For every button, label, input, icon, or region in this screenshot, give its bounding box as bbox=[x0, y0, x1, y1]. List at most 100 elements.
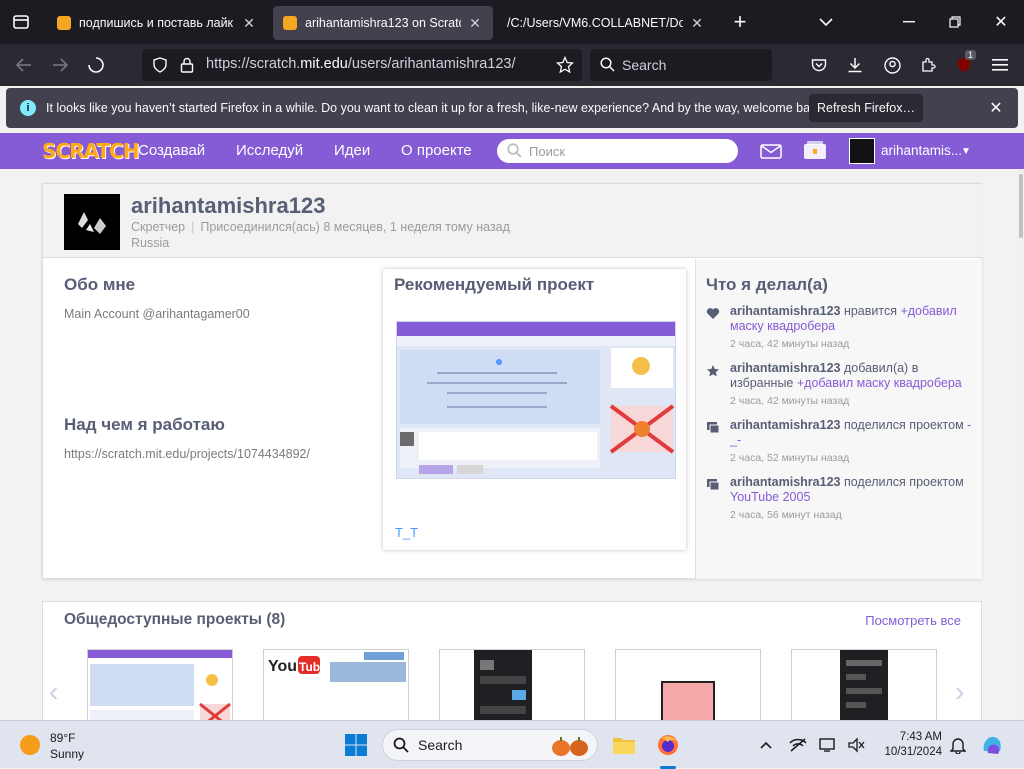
project-thumbnail[interactable] bbox=[87, 649, 233, 720]
avatar[interactable] bbox=[849, 138, 875, 164]
featured-project-thumbnail[interactable] bbox=[396, 321, 676, 479]
tab-title: подпишись и поставь лайк ви bbox=[79, 16, 235, 30]
my-stuff-icon[interactable] bbox=[803, 140, 827, 165]
scroll-right-icon[interactable]: › bbox=[955, 676, 964, 708]
url-bar[interactable]: https://scratch.mit.edu/users/arihantami… bbox=[142, 49, 582, 81]
network-icon[interactable] bbox=[784, 731, 812, 759]
notifications-bell-icon[interactable] bbox=[944, 731, 972, 759]
refresh-firefox-notification: i It looks like you haven’t started Fire… bbox=[6, 88, 1018, 128]
account-username[interactable]: arihantamis... bbox=[881, 143, 962, 158]
chevron-up-icon[interactable] bbox=[752, 731, 780, 759]
system-clock[interactable]: 7:43 AM 10/31/2024 bbox=[878, 730, 942, 760]
profile-role: Скретчер bbox=[131, 220, 186, 234]
activity-user[interactable]: arihantamishra123 bbox=[730, 304, 840, 318]
close-tab-icon[interactable]: ✕ bbox=[689, 15, 705, 32]
project-thumbnail[interactable] bbox=[615, 649, 761, 720]
search-placeholder: Поиск bbox=[529, 143, 566, 159]
close-window-icon[interactable]: ✕ bbox=[978, 0, 1024, 44]
search-icon bbox=[393, 737, 409, 756]
bookmark-star-icon[interactable] bbox=[555, 55, 575, 78]
featured-project[interactable]: Рекомендуемый проект T_T bbox=[383, 269, 686, 550]
activity-action: нравится bbox=[840, 304, 901, 318]
extensions-icon[interactable] bbox=[912, 49, 944, 81]
search-icon bbox=[600, 57, 615, 75]
downloads-icon[interactable] bbox=[839, 49, 871, 81]
search-icon bbox=[507, 143, 522, 161]
nav-create[interactable]: Создавай bbox=[138, 142, 205, 159]
forward-icon[interactable] bbox=[44, 49, 76, 81]
activity-text: arihantamishra123 поделился проектом -_- bbox=[730, 418, 976, 448]
activity-user[interactable]: arihantamishra123 bbox=[730, 475, 840, 489]
tab-scratch-profile[interactable]: arihantamishra123 on Scratch ✕ bbox=[273, 6, 493, 40]
view-all-link[interactable]: Посмотреть все bbox=[865, 613, 961, 628]
activity-link[interactable]: +добавил маску квадробера bbox=[797, 376, 962, 390]
profile-header: arihantamishra123 Скретчер | Присоединился… bbox=[43, 184, 983, 258]
share-icon bbox=[706, 421, 720, 435]
taskbar-search-input[interactable]: Search bbox=[382, 729, 598, 761]
nav-ideas[interactable]: Идеи bbox=[334, 142, 370, 159]
copilot-icon[interactable] bbox=[978, 731, 1006, 759]
windows-taskbar: 89°F Sunny Search 7:43 AM 10/31/2024 bbox=[0, 720, 1024, 769]
clock-time: 7:43 AM bbox=[899, 731, 942, 743]
volume-muted-icon[interactable] bbox=[842, 731, 870, 759]
windows-start-icon[interactable] bbox=[342, 731, 370, 759]
activity-user[interactable]: arihantamishra123 bbox=[730, 418, 840, 432]
account-icon[interactable] bbox=[876, 49, 908, 81]
nav-explore[interactable]: Исследуй bbox=[236, 142, 303, 159]
project-thumbnail[interactable] bbox=[439, 649, 585, 720]
shield-icon[interactable] bbox=[152, 57, 168, 77]
close-notification-icon[interactable]: ✕ bbox=[986, 98, 1006, 118]
ublock-icon[interactable]: 1 bbox=[948, 49, 980, 81]
file-explorer-icon[interactable] bbox=[610, 731, 638, 759]
activity-action: поделился проектом bbox=[840, 475, 964, 489]
close-tab-icon[interactable]: ✕ bbox=[241, 15, 257, 32]
activity-user[interactable]: arihantamishra123 bbox=[730, 361, 840, 375]
scratch-favicon-icon bbox=[57, 16, 71, 30]
scratch-search-input[interactable]: Поиск bbox=[497, 139, 738, 163]
activity-feed: Что я делал(а) arihantamishra123 нравитс… bbox=[695, 259, 982, 579]
firefox-icon[interactable] bbox=[654, 731, 682, 759]
project-thumbnail[interactable]: You Tube bbox=[263, 649, 409, 720]
new-tab-icon[interactable]: + bbox=[717, 0, 763, 44]
refresh-firefox-button[interactable]: Refresh Firefox… bbox=[809, 94, 923, 122]
activity-text: arihantamishra123 нравится +добавил маск… bbox=[730, 304, 976, 334]
close-tab-icon[interactable]: ✕ bbox=[467, 15, 483, 32]
menu-hamburger-icon[interactable] bbox=[984, 49, 1016, 81]
activity-link[interactable]: YouTube 2005 bbox=[730, 490, 810, 504]
scratch-logo[interactable]: SCRATCH bbox=[42, 139, 139, 163]
project-thumbnail[interactable] bbox=[791, 649, 937, 720]
page-scrollbar-thumb[interactable] bbox=[1019, 174, 1023, 238]
back-icon[interactable] bbox=[8, 49, 40, 81]
browser-nav-bar: https://scratch.mit.edu/users/arihantami… bbox=[0, 44, 1024, 86]
taskbar-search-placeholder: Search bbox=[418, 737, 463, 753]
profile-username: arihantamishra123 bbox=[131, 193, 326, 218]
pocket-icon[interactable] bbox=[803, 49, 835, 81]
browser-search-field[interactable]: Search bbox=[590, 49, 772, 81]
restore-icon[interactable] bbox=[932, 0, 978, 44]
shared-projects-section: Общедоступные проекты (8) Посмотреть все… bbox=[42, 601, 982, 720]
nav-about[interactable]: О проекте bbox=[401, 142, 472, 159]
loading-spinner-icon[interactable] bbox=[80, 49, 112, 81]
about-text: Main Account @arihantagamer00 bbox=[64, 307, 250, 321]
featured-heading: Рекомендуемый проект bbox=[394, 275, 595, 294]
lock-icon[interactable] bbox=[180, 57, 194, 77]
chevron-down-icon[interactable]: ▼ bbox=[961, 146, 971, 157]
minimize-icon[interactable] bbox=[886, 0, 932, 44]
tab-subscribe[interactable]: подпишись и поставь лайк ви ✕ bbox=[47, 6, 267, 40]
profile-joined: Присоединился(ась) 8 месяцев, 1 неделя т… bbox=[200, 220, 510, 234]
firefox-view-icon[interactable] bbox=[0, 0, 42, 44]
extension-badge: 1 bbox=[965, 50, 977, 60]
activity-time: 2 часа, 42 минуты назад bbox=[730, 395, 850, 407]
browser-tab-strip: подпишись и поставь лайк ви ✕ arihantami… bbox=[0, 0, 1024, 44]
featured-caption[interactable]: T_T bbox=[395, 525, 418, 540]
scratch-navbar: SCRATCH Создавай Исследуй Идеи О проекте… bbox=[0, 133, 1024, 169]
tab-local-file[interactable]: /C:/Users/VM6.COLLABNET/Downl ✕ bbox=[497, 6, 715, 40]
tab-title: arihantamishra123 on Scratch bbox=[305, 16, 461, 30]
activity-action: поделился проектом bbox=[840, 418, 968, 432]
page-scrollbar[interactable] bbox=[1017, 169, 1024, 720]
messages-icon[interactable] bbox=[760, 144, 782, 164]
display-icon[interactable] bbox=[814, 731, 842, 759]
notification-message: It looks like you haven’t started Firefo… bbox=[46, 101, 827, 115]
scroll-left-icon[interactable]: ‹ bbox=[49, 676, 58, 708]
list-all-tabs-icon[interactable] bbox=[803, 0, 849, 44]
